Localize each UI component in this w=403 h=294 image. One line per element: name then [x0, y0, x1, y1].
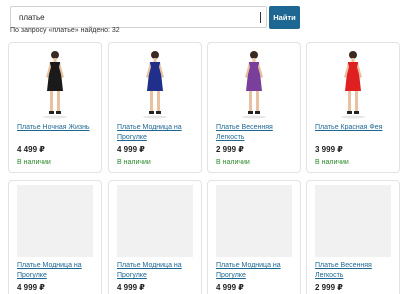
dress-model-image	[242, 51, 266, 119]
product-price: 2 999 ₽	[315, 283, 343, 292]
product-name-link[interactable]: Платье Ночная Жизнь	[17, 123, 97, 133]
product-card[interactable]: Платье Модница на Прогулке 4 999 ₽	[8, 180, 102, 294]
product-card[interactable]: Платье Ночная Жизнь 4 499 ₽ В наличии	[8, 42, 102, 173]
stock-status: В наличии	[117, 159, 151, 166]
product-card[interactable]: Платье Весенняя Легкость 2 999 ₽	[306, 180, 400, 294]
product-name-link[interactable]: Платье Весенняя Легкость	[216, 123, 296, 143]
product-name-link[interactable]: Платье Красная Фея	[315, 123, 395, 133]
product-price: 4 999 ₽	[117, 145, 145, 154]
product-card[interactable]: Платье Модница на Прогулке 4 999 ₽ В налич…	[108, 42, 202, 173]
product-card[interactable]: Платье Модница на Прогулке 4 999 ₽	[108, 180, 202, 294]
product-image[interactable]	[216, 47, 292, 119]
product-image[interactable]	[315, 47, 391, 119]
product-price: 4 999 ₽	[17, 283, 45, 292]
product-name-link[interactable]: Платье Весенняя Легкость	[315, 261, 395, 281]
product-image[interactable]	[315, 185, 391, 257]
product-price: 4 999 ₽	[216, 283, 244, 292]
stock-status: В наличии	[216, 159, 250, 166]
stock-status: В наличии	[315, 159, 349, 166]
product-price: 4 999 ₽	[117, 283, 145, 292]
product-name-link[interactable]: Платье Модница на Прогулке	[117, 261, 197, 281]
product-card[interactable]: Платье Весенняя Легкость 2 999 ₽ В наличии	[207, 42, 301, 173]
product-price: 4 499 ₽	[17, 145, 45, 154]
dress-model-image	[143, 51, 167, 119]
result-count: По запросу «платье» найдено: 32	[10, 27, 120, 34]
dress-model-image	[341, 51, 365, 119]
product-image[interactable]	[117, 47, 193, 119]
product-name-link[interactable]: Платье Модница на Прогулке	[17, 261, 97, 281]
search-field[interactable]	[10, 6, 267, 28]
product-card[interactable]: Платье Красная Фея 3 999 ₽ В наличии	[306, 42, 400, 173]
product-name-link[interactable]: Платье Модница на Прогулке	[117, 123, 197, 143]
product-image[interactable]	[17, 47, 93, 119]
product-name-link[interactable]: Платье Модница на Прогулке	[216, 261, 296, 281]
product-card[interactable]: Платье Модница на Прогулке 4 999 ₽	[207, 180, 301, 294]
stock-status: В наличии	[17, 159, 51, 166]
product-price: 2 999 ₽	[216, 145, 244, 154]
product-image[interactable]	[17, 185, 93, 257]
product-image[interactable]	[216, 185, 292, 257]
product-price: 3 999 ₽	[315, 145, 343, 154]
search-input[interactable]	[11, 7, 266, 28]
search-button[interactable]: Найти	[269, 6, 300, 29]
dress-model-image	[43, 51, 67, 119]
product-image[interactable]	[117, 185, 193, 257]
text-cursor	[260, 12, 261, 23]
